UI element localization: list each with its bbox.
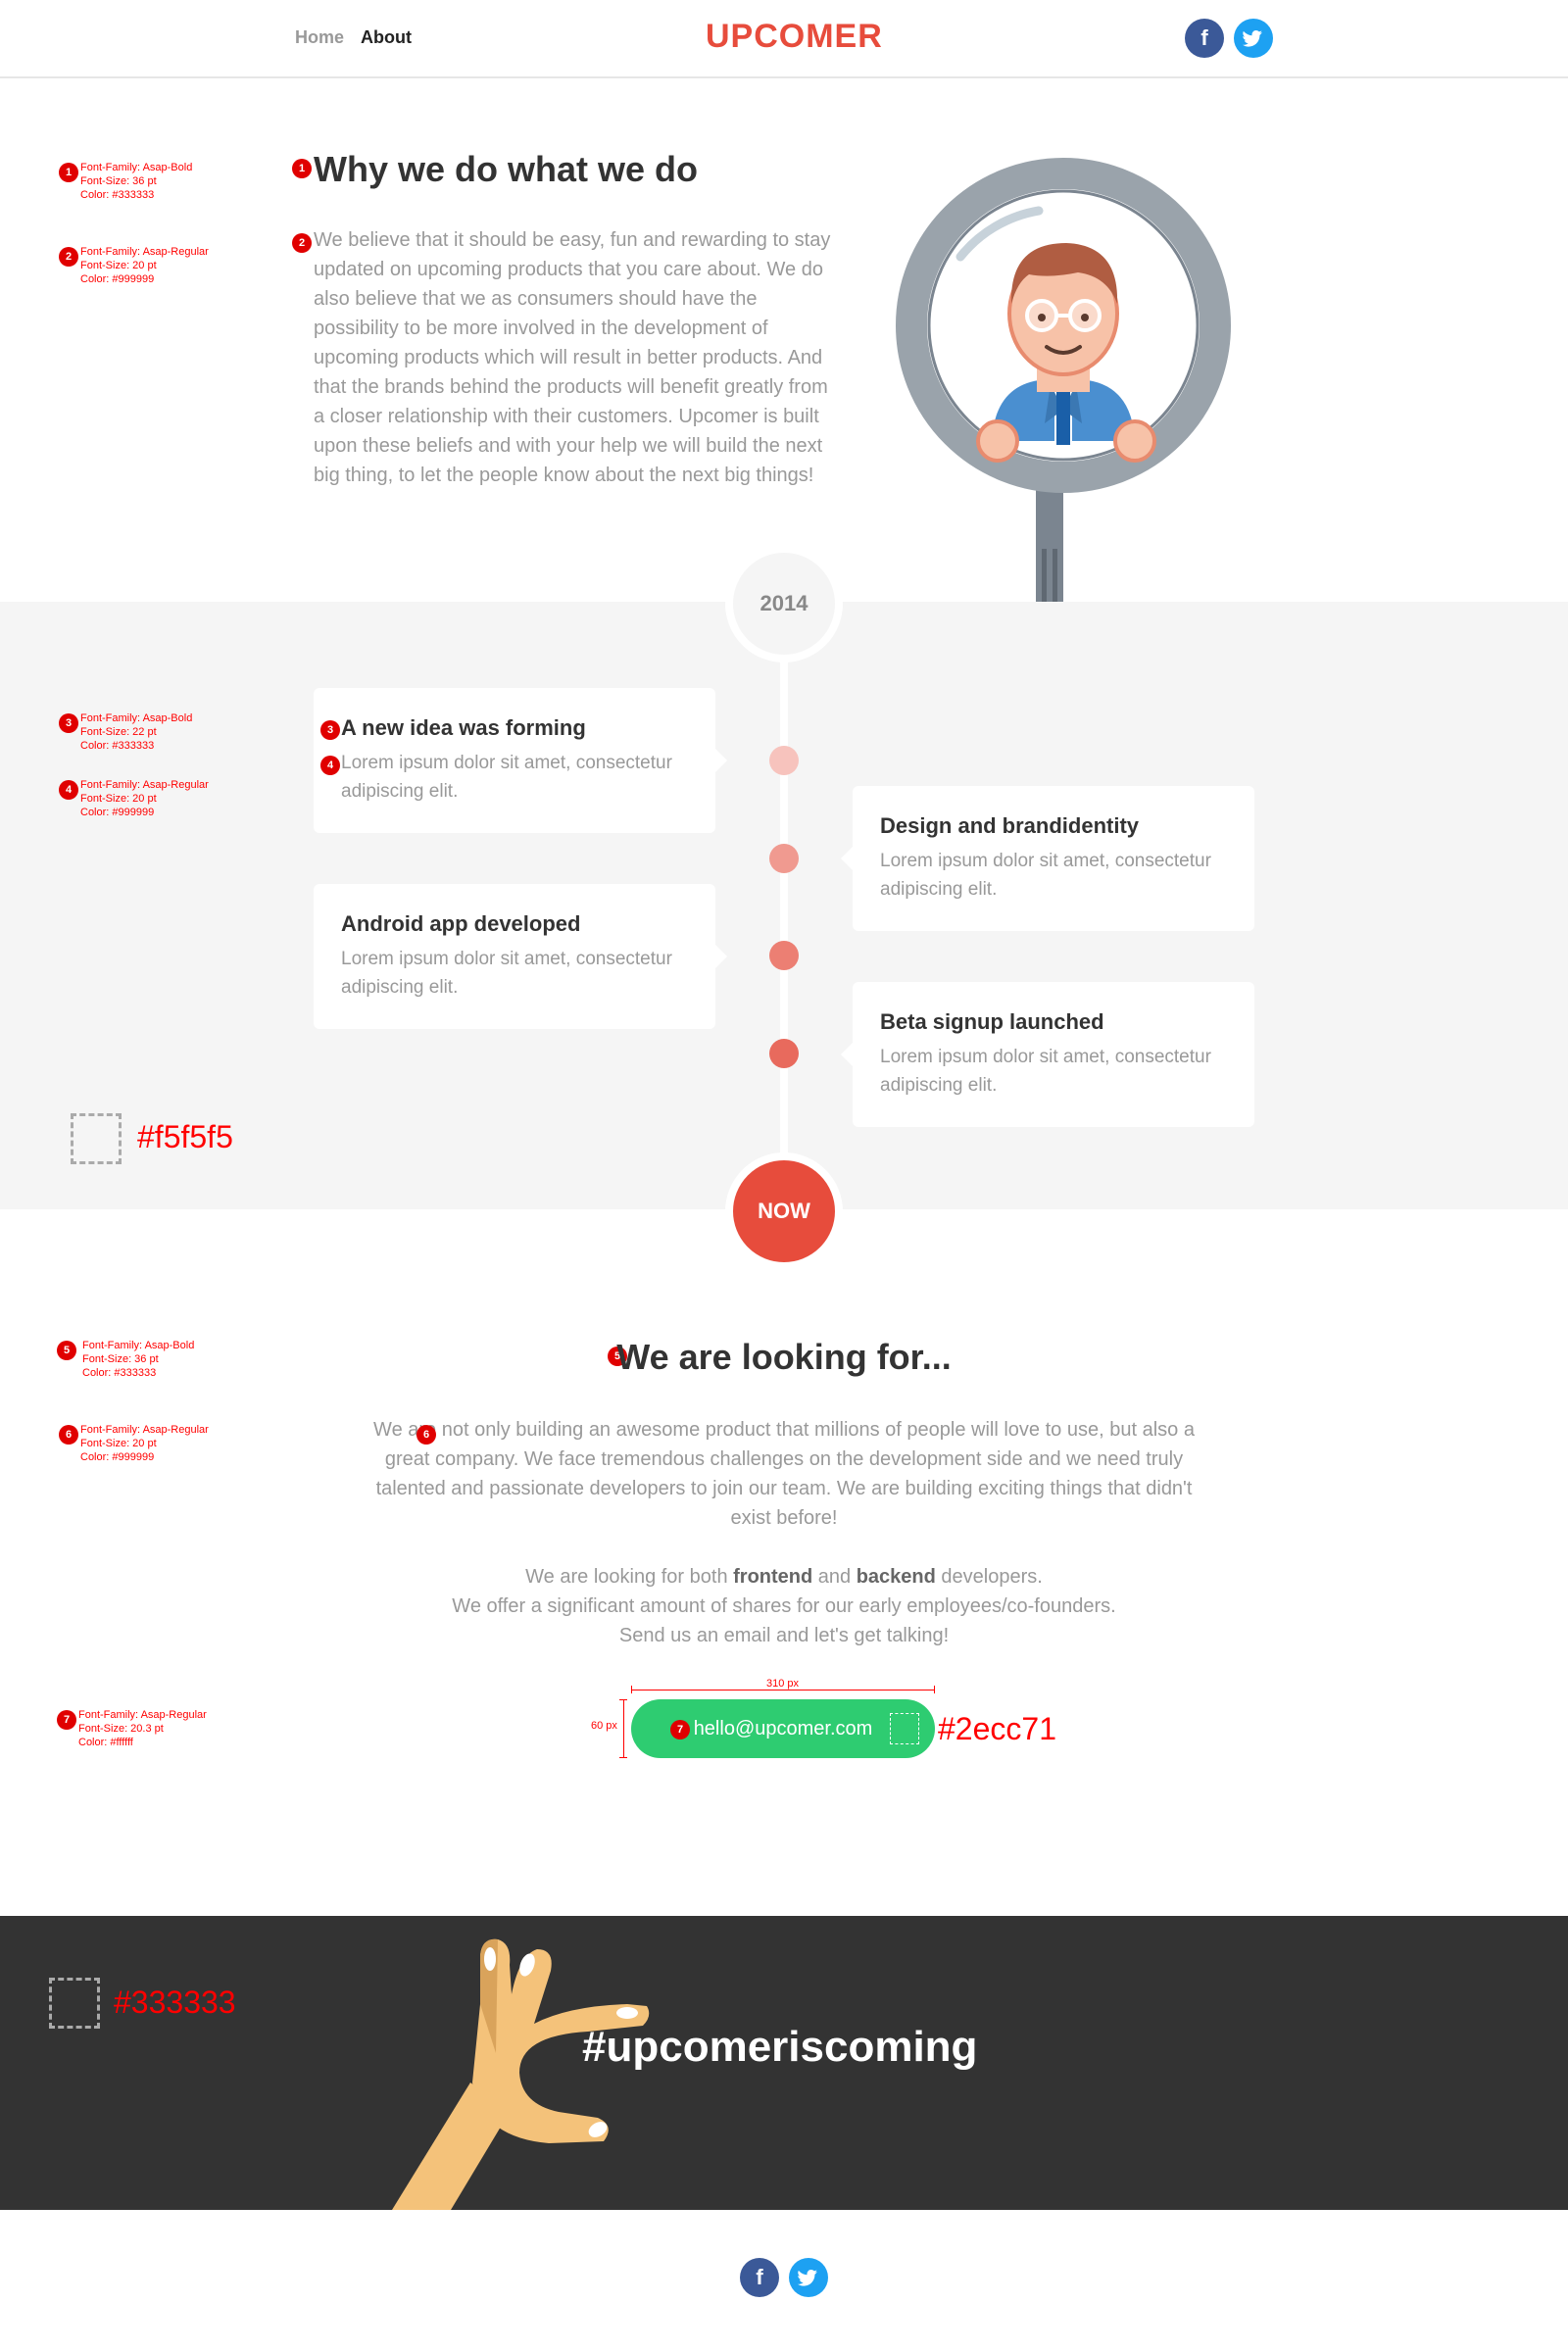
looking-paragraph: We offer a significant amount of shares … — [452, 1595, 1116, 1617]
annotation-marker-6: 6 — [59, 1425, 78, 1445]
timeline-card-text: Lorem ipsum dolor sit amet, consectetur … — [880, 851, 1211, 900]
timeline-dot — [769, 746, 799, 775]
footer-facebook-icon[interactable]: f — [740, 2258, 779, 2297]
timeline-now: NOW — [725, 1152, 843, 1270]
color-swatch-label: #2ecc71 — [938, 1711, 1056, 1746]
timeline-card-title: Design and brandidentity — [880, 813, 1140, 838]
color-swatch — [49, 1978, 100, 2029]
annotation-marker-7: 7 — [57, 1710, 76, 1730]
timeline-card-text: Lorem ipsum dolor sit amet, consectetur … — [880, 1047, 1211, 1096]
timeline-card-title: Beta signup launched — [880, 1009, 1104, 1034]
annotation-marker-2: 2 — [59, 247, 78, 267]
width-dimension-tick — [631, 1686, 632, 1693]
timeline-dot — [769, 844, 799, 873]
looking-body: We are not only building an awesome prod… — [372, 1415, 1196, 1650]
timeline-card: Android app developed Lorem ipsum dolor … — [314, 884, 727, 1029]
timeline-card: Design and brandidentity Lorem ipsum dol… — [841, 786, 1254, 931]
why-title: Why we do what we do — [314, 149, 699, 189]
color-swatch — [71, 1113, 122, 1164]
timeline-card: A new idea was forming Lorem ipsum dolor… — [314, 688, 727, 833]
nav-about-link[interactable]: About — [361, 27, 412, 48]
annotation-2: Font-Family: Asap-Regular Font-Size: 20 p… — [80, 246, 209, 285]
logo[interactable]: UPCOMER — [706, 18, 883, 56]
annotation-3: Font-Family: Asap-Bold Font-Size: 22 pt Co… — [80, 712, 193, 752]
magnifier-illustration — [896, 158, 1231, 604]
looking-paragraph: Send us an email and let's get talking! — [618, 1625, 950, 1646]
height-dimension-line — [623, 1699, 624, 1758]
annotation-7: Font-Family: Asap-Regular Font-Size: 20.3… — [78, 1709, 207, 1748]
timeline-card: Beta signup launched Lorem ipsum dolor s… — [841, 982, 1254, 1127]
twitter-icon[interactable] — [1234, 19, 1273, 58]
timeline-line — [780, 647, 788, 1196]
color-swatch-label: #f5f5f5 — [137, 1119, 233, 1154]
height-dimension-label: 60 px — [591, 1720, 617, 1732]
annotation-marker-3: 3 — [59, 713, 78, 733]
why-body: We believe that it should be easy, fun a… — [314, 229, 831, 486]
annotation-marker-body-6: 6 — [416, 1425, 436, 1445]
annotation-1: Font-Family: Asap-Bold Font-Size: 36 pt Co… — [80, 162, 193, 201]
nav-home-link[interactable]: Home — [295, 27, 344, 48]
annotation-marker-title-1: 1 — [292, 159, 312, 178]
timeline-start-year: 2014 — [725, 545, 843, 662]
timeline-card-title: Android app developed — [341, 911, 581, 936]
width-dimension-label: 310 px — [766, 1678, 800, 1690]
facebook-icon[interactable]: f — [1185, 19, 1224, 58]
height-dimension-tick — [619, 1757, 627, 1758]
width-dimension-tick — [934, 1686, 935, 1693]
annotation-marker-button-7: 7 — [670, 1720, 690, 1740]
color-swatch-label: #333333 — [114, 1984, 236, 2020]
hashtag-text: #upcomeriscoming — [582, 2023, 978, 2071]
timeline-card-text: Lorem ipsum dolor sit amet, consectetur … — [341, 753, 672, 802]
annotation-marker-1: 1 — [59, 163, 78, 182]
looking-title: We are looking for... — [616, 1337, 952, 1377]
annotation-4: Font-Family: Asap-Regular Font-Size: 20 p… — [80, 779, 209, 818]
timeline-card-title: A new idea was forming — [341, 715, 586, 740]
annotation-marker-body-2: 2 — [292, 233, 312, 253]
timeline-card-text: Lorem ipsum dolor sit amet, consectetur … — [341, 949, 672, 998]
footer-twitter-icon[interactable] — [789, 2258, 828, 2297]
color-swatch — [890, 1713, 919, 1744]
annotation-6: Font-Family: Asap-Regular Font-Size: 20 p… — [80, 1424, 209, 1463]
looking-paragraph: We are not only building an awesome prod… — [373, 1419, 1195, 1529]
annotation-marker-card-3: 3 — [320, 720, 340, 740]
timeline-dot — [769, 941, 799, 970]
looking-paragraph: We are looking for both frontend and bac… — [525, 1566, 1043, 1588]
header: Home About UPCOMER f — [0, 0, 1568, 78]
annotation-marker-4: 4 — [59, 780, 78, 800]
timeline-dot — [769, 1039, 799, 1068]
annotation-marker-card-4: 4 — [320, 756, 340, 775]
height-dimension-tick — [619, 1699, 627, 1700]
